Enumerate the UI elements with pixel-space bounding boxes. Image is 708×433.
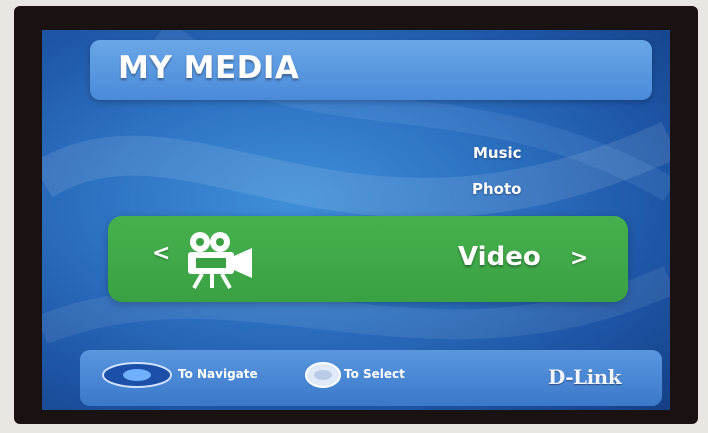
menu-item-photo[interactable]: Photo (472, 180, 521, 198)
ok-button-icon (305, 362, 341, 388)
chevron-left-icon[interactable]: < (152, 241, 170, 266)
header-bar: MY MEDIA (90, 40, 652, 100)
menu-item-video-label: Video (458, 242, 541, 272)
page-title: MY MEDIA (118, 50, 300, 86)
media-screen: MY MEDIA Music Photo < Video > To Naviga… (42, 30, 670, 410)
select-hint: To Select (344, 367, 405, 381)
navigate-hint: To Navigate (178, 367, 258, 381)
menu-item-music[interactable]: Music (473, 144, 522, 162)
menu-item-video-selected[interactable]: < Video > (108, 216, 628, 302)
footer-bar: To Navigate To Select D-Link (80, 350, 662, 406)
video-camera-icon (188, 232, 252, 289)
dlink-logo: D-Link (548, 365, 622, 389)
chevron-right-icon[interactable]: > (570, 246, 588, 271)
dpad-navigate-icon (102, 362, 172, 388)
